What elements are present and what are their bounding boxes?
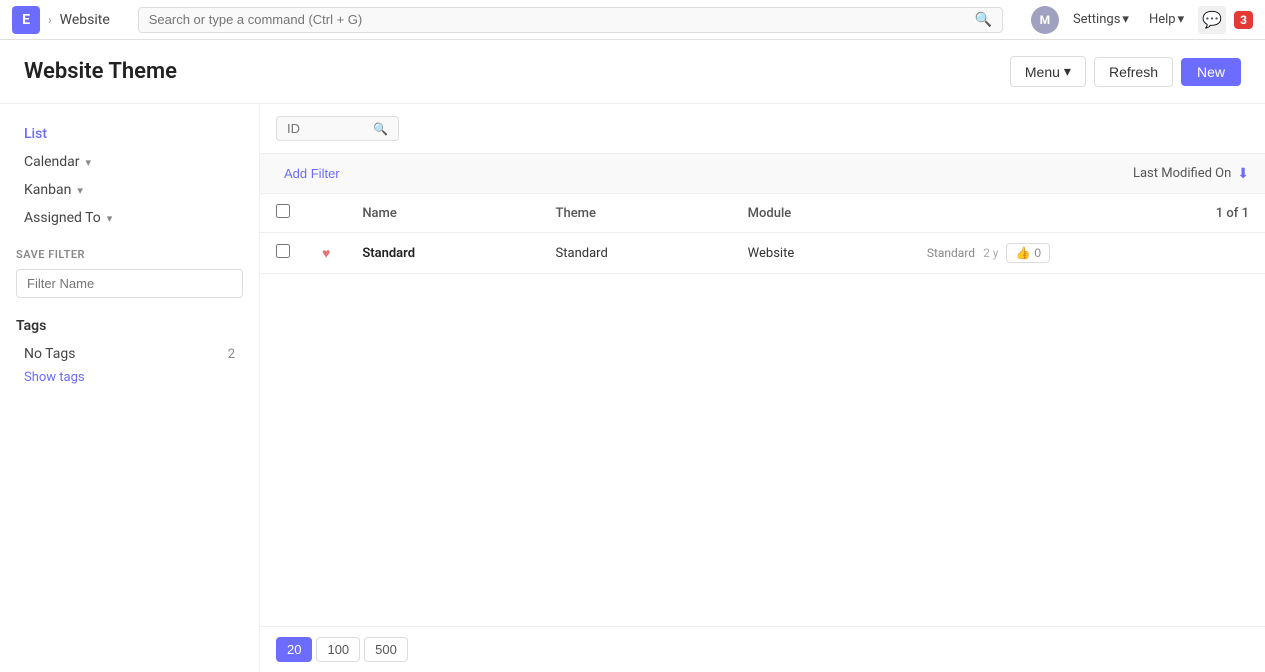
tag-no-tags[interactable]: No Tags 2 bbox=[16, 342, 243, 366]
navbar: E › Website 🔍 M Settings ▾ Help ▾ 💬 3 bbox=[0, 0, 1265, 40]
favorite-icon[interactable]: ♥ bbox=[322, 246, 330, 262]
settings-chevron-icon: ▾ bbox=[1122, 12, 1129, 27]
row-actions: Standard 2 y 👍 0 bbox=[927, 243, 1249, 263]
tags-section: Tags No Tags 2 Show tags bbox=[16, 318, 243, 389]
help-menu[interactable]: Help ▾ bbox=[1143, 8, 1190, 31]
page-size-100[interactable]: 100 bbox=[316, 637, 360, 662]
notification-badge[interactable]: 3 bbox=[1234, 11, 1253, 29]
select-all-checkbox[interactable] bbox=[276, 204, 290, 218]
id-filter-input[interactable] bbox=[287, 121, 367, 136]
filter-name-input[interactable] bbox=[16, 269, 243, 298]
save-filter-label: SAVE FILTER bbox=[16, 248, 243, 261]
like-button[interactable]: 👍 0 bbox=[1006, 243, 1050, 263]
avatar[interactable]: M bbox=[1031, 6, 1059, 34]
header-name: Name bbox=[346, 194, 539, 233]
filter-bar: 🔍 bbox=[260, 104, 1265, 154]
row-checkbox[interactable] bbox=[276, 244, 290, 258]
kanban-chevron-icon: ▾ bbox=[77, 184, 83, 197]
id-search-icon: 🔍 bbox=[373, 122, 388, 136]
id-filter[interactable]: 🔍 bbox=[276, 116, 399, 141]
header-favorite bbox=[306, 194, 346, 233]
menu-button[interactable]: Menu ▾ bbox=[1010, 56, 1086, 87]
new-button[interactable]: New bbox=[1181, 58, 1241, 86]
header-select-all[interactable] bbox=[260, 194, 306, 233]
row-theme-cell: Standard bbox=[540, 233, 732, 274]
search-input[interactable] bbox=[149, 12, 969, 27]
breadcrumb-root: Website bbox=[60, 12, 110, 28]
sidebar-item-calendar[interactable]: Calendar ▾ bbox=[16, 148, 243, 176]
chat-icon-button[interactable]: 💬 bbox=[1198, 6, 1226, 34]
pagination: 20 100 500 bbox=[260, 626, 1265, 672]
settings-menu[interactable]: Settings ▾ bbox=[1067, 8, 1135, 31]
content-area: 🔍 Add Filter Last Modified On ⬇ bbox=[260, 104, 1265, 672]
action-bar: Add Filter Last Modified On ⬇ bbox=[260, 154, 1265, 194]
row-module-cell: Website bbox=[732, 233, 911, 274]
menu-chevron-icon: ▾ bbox=[1064, 63, 1071, 80]
table-row[interactable]: ♥ Standard Standard Website bbox=[260, 233, 1265, 274]
help-chevron-icon: ▾ bbox=[1178, 12, 1185, 27]
sort-direction-icon[interactable]: ⬇ bbox=[1237, 166, 1249, 182]
tags-title: Tags bbox=[16, 318, 243, 334]
navbar-right: M Settings ▾ Help ▾ 💬 3 bbox=[1031, 6, 1253, 34]
breadcrumb-chevron: › bbox=[48, 13, 52, 27]
calendar-chevron-icon: ▾ bbox=[86, 156, 92, 169]
sort-label: Last Modified On bbox=[1133, 166, 1231, 181]
sort-section: Last Modified On ⬇ bbox=[1133, 166, 1249, 182]
thumbs-up-icon: 👍 bbox=[1015, 246, 1030, 260]
show-tags-link[interactable]: Show tags bbox=[16, 366, 243, 389]
sidebar-item-kanban[interactable]: Kanban ▾ bbox=[16, 176, 243, 204]
table-header-row: Name Theme Module 1 of 1 bbox=[260, 194, 1265, 233]
page-size-500[interactable]: 500 bbox=[364, 637, 408, 662]
row-name-cell[interactable]: Standard bbox=[346, 233, 539, 274]
refresh-button[interactable]: Refresh bbox=[1094, 57, 1173, 87]
header-module: Module bbox=[732, 194, 911, 233]
page-title: Website Theme bbox=[24, 59, 177, 84]
header-theme: Theme bbox=[540, 194, 732, 233]
records-table: Name Theme Module 1 of 1 bbox=[260, 194, 1265, 274]
sidebar-item-list[interactable]: List bbox=[16, 120, 243, 148]
page-size-20[interactable]: 20 bbox=[276, 637, 312, 662]
page-header: Website Theme Menu ▾ Refresh New bbox=[0, 40, 1265, 104]
table-container: Name Theme Module 1 of 1 bbox=[260, 194, 1265, 626]
search-bar[interactable]: 🔍 bbox=[138, 7, 1003, 33]
row-actions-cell: Standard 2 y 👍 0 bbox=[911, 233, 1265, 274]
main-layout: List Calendar ▾ Kanban ▾ Assigned To ▾ S… bbox=[0, 104, 1265, 672]
page-actions: Menu ▾ Refresh New bbox=[1010, 56, 1241, 87]
assigned-to-chevron-icon: ▾ bbox=[107, 212, 113, 225]
app-logo[interactable]: E bbox=[12, 6, 40, 34]
header-record-count: 1 of 1 bbox=[911, 194, 1265, 233]
sidebar-item-assigned-to[interactable]: Assigned To ▾ bbox=[16, 204, 243, 232]
sidebar: List Calendar ▾ Kanban ▾ Assigned To ▾ S… bbox=[0, 104, 260, 672]
row-favorite-cell[interactable]: ♥ bbox=[306, 233, 346, 274]
row-checkbox-cell[interactable] bbox=[260, 233, 306, 274]
search-icon: 🔍 bbox=[975, 12, 992, 28]
add-filter-button[interactable]: Add Filter bbox=[276, 162, 348, 185]
